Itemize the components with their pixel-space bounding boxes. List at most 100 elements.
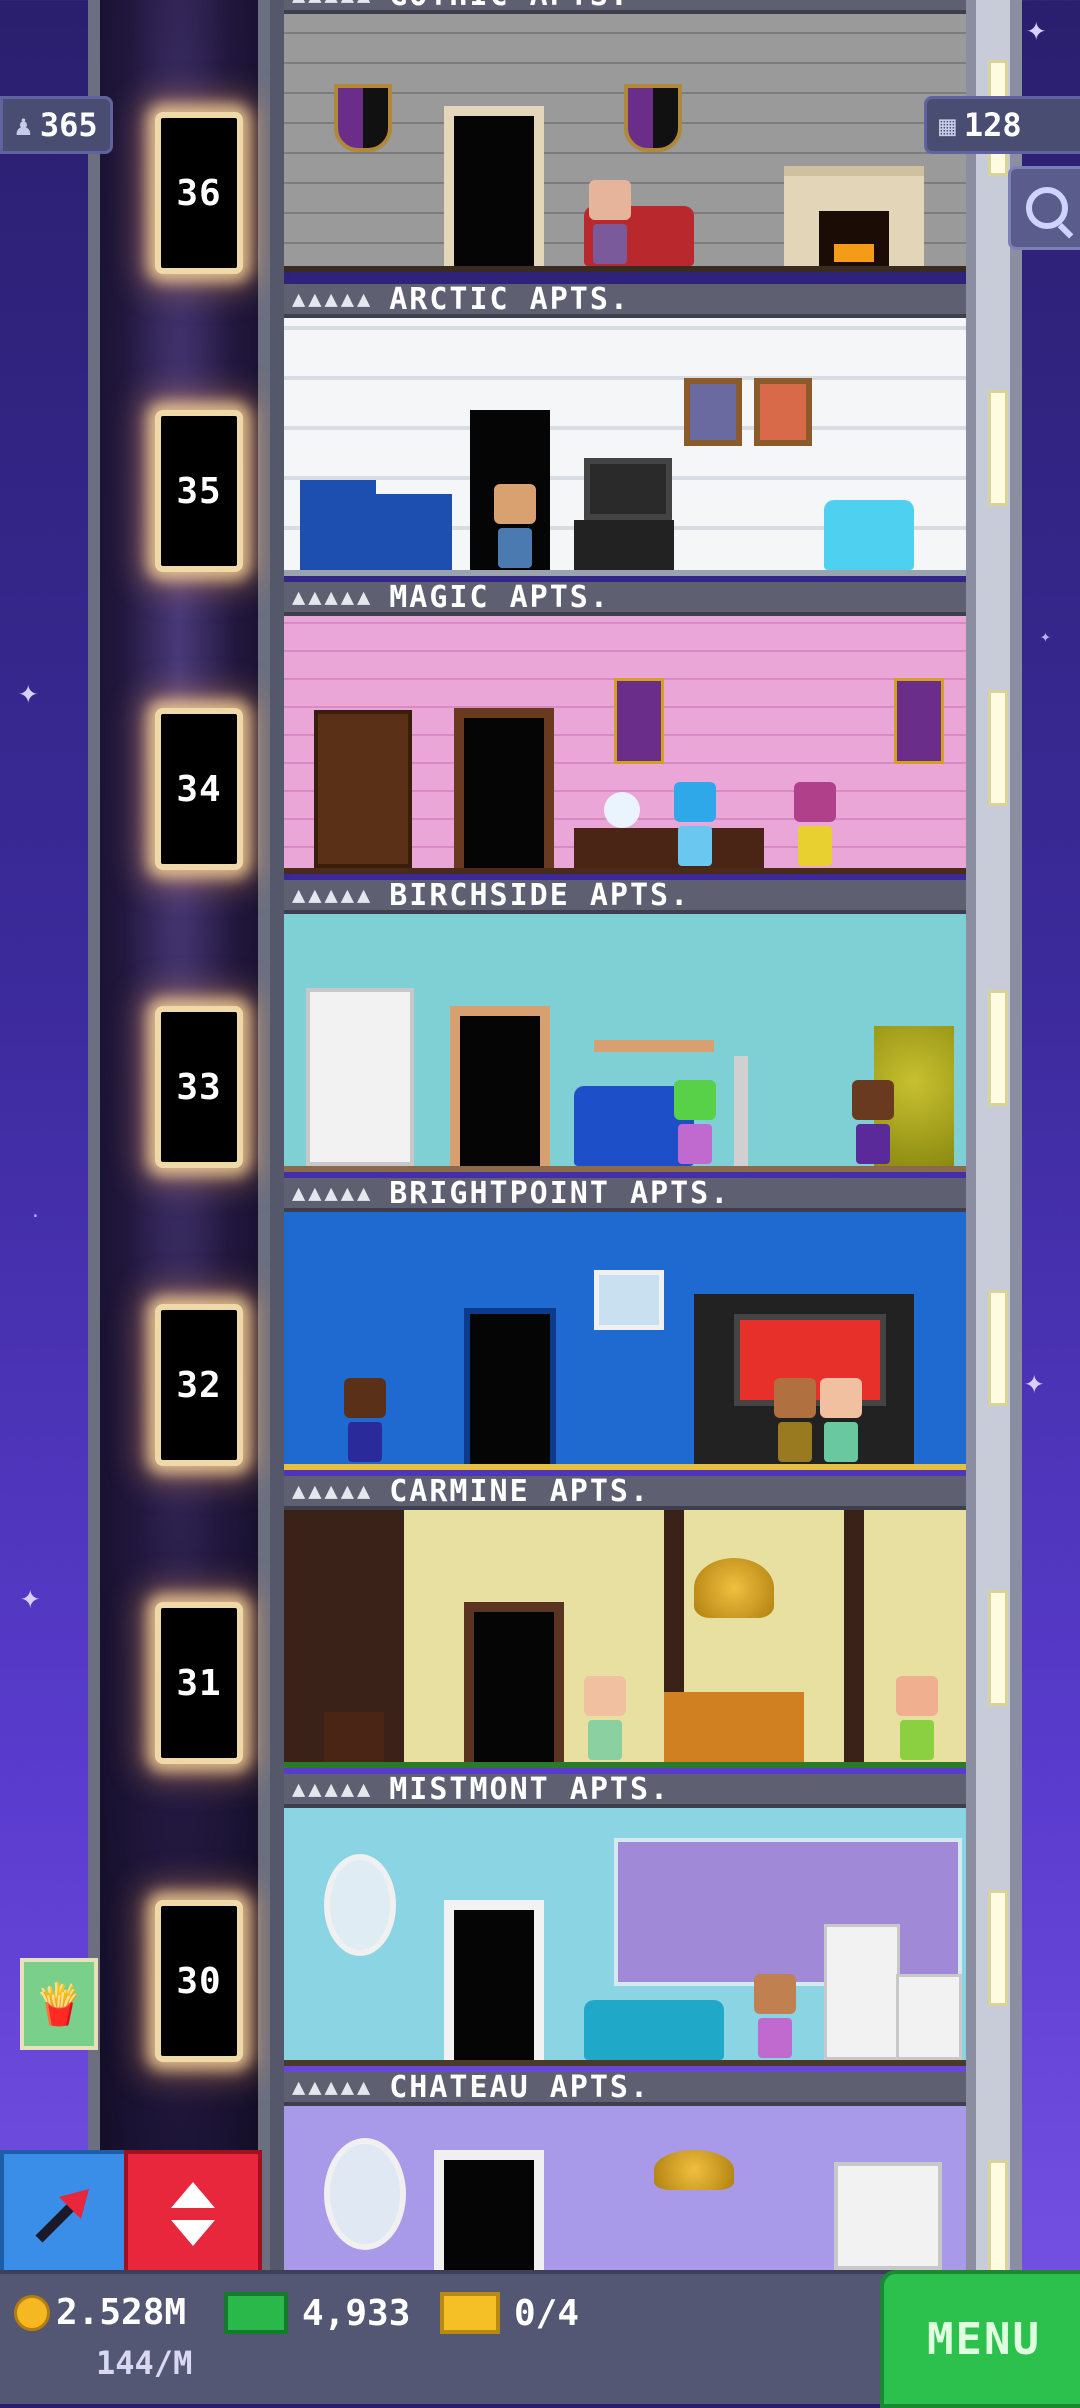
star-decoration: ·: [30, 1206, 41, 1227]
elevator-floor-34[interactable]: 34: [155, 708, 243, 870]
oval-mirror: [324, 2138, 406, 2250]
floor-label: ▲▲▲▲▲ CHATEAU APTS.: [284, 2070, 966, 2106]
nightstand: [324, 1712, 384, 1762]
bitizen[interactable]: [754, 1974, 796, 2060]
floor-brightpoint[interactable]: ▲▲▲▲▲ BRIGHTPOINT APTS.: [284, 1175, 966, 1476]
star-decoration: ✦: [18, 672, 39, 712]
tower-light: [988, 690, 1008, 806]
residents-icons: ▲▲▲▲▲: [292, 584, 374, 610]
room-interior: [284, 14, 966, 272]
bitizen[interactable]: [852, 1080, 894, 1166]
coins-value: 2.528M: [56, 2292, 187, 2333]
tower-light: [988, 1890, 1008, 2006]
floor-label: ▲▲▲▲▲ MAGIC APTS.: [284, 579, 966, 616]
tower-frame-left: [270, 0, 284, 2270]
elevator-floor-31[interactable]: 31: [155, 1602, 243, 1764]
menu-button[interactable]: MENU: [880, 2270, 1080, 2408]
chandelier: [694, 1558, 774, 1618]
floors-counter[interactable]: ▦ 128: [924, 96, 1080, 154]
floor-label: ▲▲▲▲▲ CARMINE APTS.: [284, 1474, 966, 1510]
bitizen[interactable]: [674, 1080, 716, 1166]
teal-sofa: [584, 2000, 724, 2060]
tv: [584, 458, 672, 520]
bux-value: 4,933: [302, 2292, 411, 2334]
bitizen[interactable]: [584, 1676, 626, 1762]
room-interior: [284, 1808, 966, 2066]
population-counter[interactable]: ♟ 365: [0, 96, 113, 154]
floor-magic[interactable]: ▲▲▲▲▲ MAGIC APTS.: [284, 579, 966, 880]
room-interior: [284, 616, 966, 874]
room-door: [464, 1602, 564, 1762]
room-interior: [284, 2106, 966, 2270]
room-interior: [284, 1212, 966, 1470]
search-button[interactable]: [1008, 166, 1080, 250]
tv-stand: [574, 520, 674, 570]
tickets-display[interactable]: 0/4: [440, 2292, 579, 2334]
fries-icon[interactable]: 🍟: [20, 1958, 98, 2050]
floor-name: BRIGHTPOINT APTS.: [389, 1175, 731, 1211]
bitizen[interactable]: [589, 180, 631, 266]
floor-label: ▲▲▲▲▲ BIRCHSIDE APTS.: [284, 877, 966, 914]
cyan-armchair: [824, 500, 914, 570]
room-interior: [284, 914, 966, 1172]
floor-arctic[interactable]: ▲▲▲▲▲ ARCTIC APTS.: [284, 282, 966, 582]
residents-icons: ▲▲▲▲▲: [292, 1180, 374, 1206]
tower-light: [988, 1590, 1008, 1706]
room-interior: [284, 1510, 966, 1768]
elevator-floor-33[interactable]: 33: [155, 1006, 243, 1168]
floor-name: MAGIC APTS.: [389, 579, 610, 615]
residents-icons: ▲▲▲▲▲: [292, 882, 374, 908]
shield-decoration: [624, 84, 682, 152]
bitizen[interactable]: [674, 782, 716, 868]
bitizen[interactable]: [896, 1676, 938, 1762]
bookshelf: [314, 710, 412, 868]
window: [614, 1838, 962, 1986]
bitizen[interactable]: [820, 1378, 862, 1464]
elevator-floor-35[interactable]: 35: [155, 410, 243, 572]
star-decoration: ✦: [20, 1577, 41, 1617]
bux-icon: [224, 2292, 288, 2334]
elevator-floor-36[interactable]: 36: [155, 112, 243, 274]
desk: [574, 828, 764, 868]
residents-icons: ▲▲▲▲▲: [292, 0, 373, 8]
white-fridge: [824, 1924, 900, 2060]
floor-carmine[interactable]: ▲▲▲▲▲ CARMINE APTS.: [284, 1474, 966, 1774]
bitizen[interactable]: [344, 1378, 386, 1464]
bitizen[interactable]: [774, 1378, 816, 1464]
floor-name: MISTMONT APTS.: [389, 1771, 671, 1807]
floor-mistmont[interactable]: ▲▲▲▲▲ MISTMONT APTS.: [284, 1771, 966, 2072]
elevator-floor-32[interactable]: 32: [155, 1304, 243, 1466]
room-door: [450, 1006, 550, 1166]
floor-name: BIRCHSIDE APTS.: [389, 877, 691, 913]
elevator-floor-number: 30: [176, 1960, 222, 2002]
room-interior: [284, 318, 966, 576]
room-door: [434, 2150, 544, 2270]
tower-light: [988, 390, 1008, 506]
star-decoration: ✦: [1026, 9, 1047, 49]
floor-gothic[interactable]: ▲▲▲▲▲ GOTHIC APTS.: [284, 0, 966, 278]
white-cabinet: [834, 2162, 942, 2270]
floor-lamp: [734, 1056, 748, 1166]
crystal-ball: [604, 792, 640, 828]
room-door: [454, 708, 554, 868]
bux-display[interactable]: 4,933: [224, 2292, 410, 2334]
bitizen-button[interactable]: [0, 2150, 128, 2278]
bitizen[interactable]: [794, 782, 836, 868]
fireplace: [784, 166, 924, 266]
coin-rate-value: 144/M: [96, 2344, 193, 2382]
ticket-icon: [440, 2292, 500, 2334]
floor-chateau[interactable]: ▲▲▲▲▲ CHATEAU APTS.: [284, 2070, 966, 2270]
residents-icons: ▲▲▲▲▲: [292, 1776, 374, 1802]
elevator-button[interactable]: [124, 2150, 262, 2278]
tower-light: [988, 2160, 1008, 2276]
elevator-floor-number: 32: [176, 1364, 222, 1406]
bitizen[interactable]: [494, 484, 536, 570]
star-decoration: ✦: [1024, 1362, 1045, 1402]
picture-frame: [594, 1270, 664, 1330]
floor-birchside[interactable]: ▲▲▲▲▲ BIRCHSIDE APTS.: [284, 877, 966, 1178]
elevator-floor-30[interactable]: 30: [155, 1900, 243, 2062]
floor-label: ▲▲▲▲▲ GOTHIC APTS.: [284, 0, 966, 14]
residents-icons: ▲▲▲▲▲: [292, 286, 374, 312]
coins-display[interactable]: 2.528M: [14, 2292, 186, 2333]
floor-label: ▲▲▲▲▲ BRIGHTPOINT APTS.: [284, 1175, 966, 1212]
